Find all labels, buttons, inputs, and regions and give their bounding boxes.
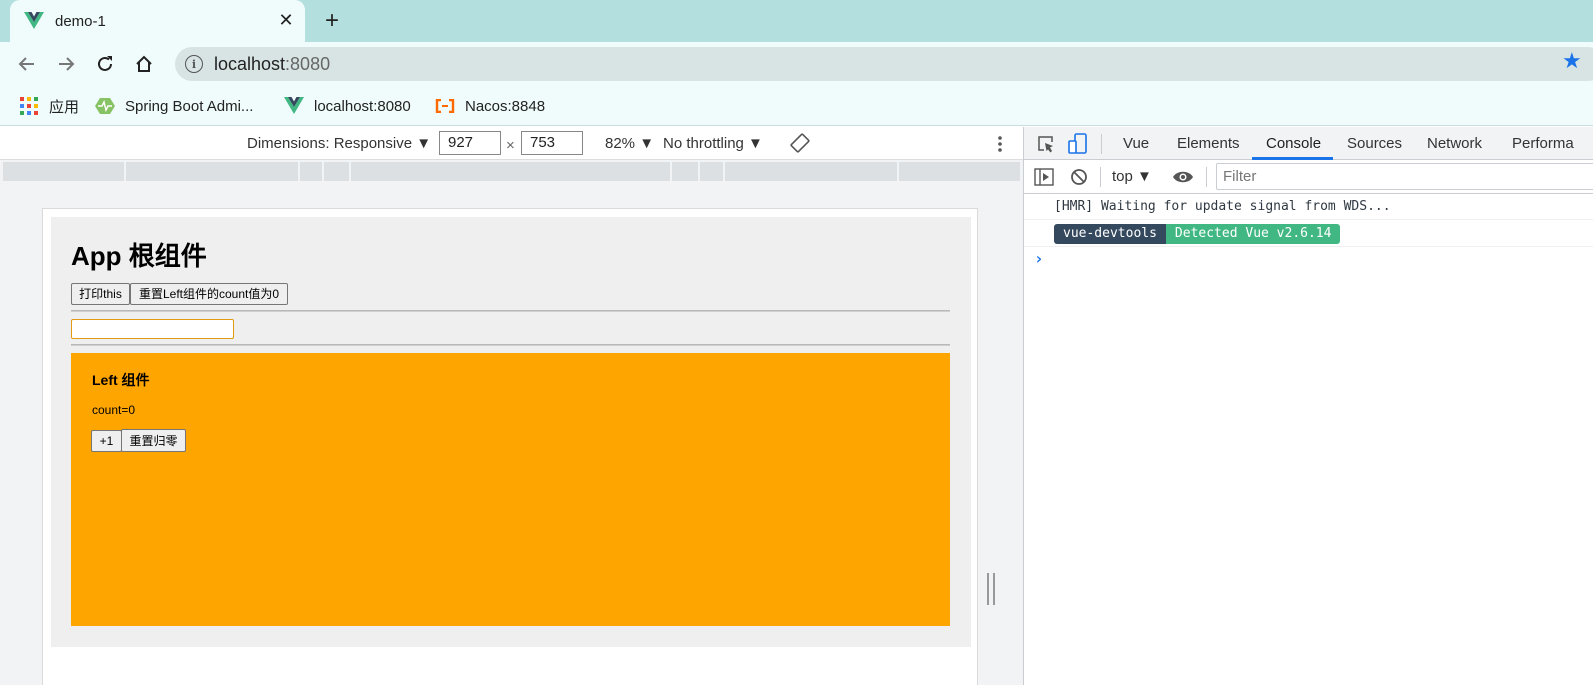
tab-elements[interactable]: Elements — [1177, 135, 1240, 152]
divider — [71, 310, 950, 312]
new-tab-plus-icon[interactable]: + — [318, 7, 346, 34]
left-component-title: Left 组件 — [92, 372, 150, 388]
vue-logo-icon — [24, 12, 44, 30]
viewport-resize-handle[interactable] — [987, 573, 995, 605]
tab-vue[interactable]: Vue — [1123, 135, 1149, 152]
back-arrow-icon[interactable] — [13, 50, 41, 78]
url-host: localhost — [214, 54, 286, 74]
browser-toolbar: i localhost:8080 — [0, 42, 1593, 86]
bookmark-star-icon[interactable]: ★ — [1562, 48, 1582, 74]
bookmarks-bar: 应用 Spring Boot Admi... localhost:8080 Na… — [0, 86, 1593, 126]
nacos-icon — [435, 97, 455, 115]
context-selector[interactable]: top ▼ — [1112, 168, 1152, 185]
reset-left-count-button[interactable]: 重置Left组件的count值为0 — [130, 283, 288, 305]
throttling-dropdown[interactable]: No throttling ▼ — [663, 135, 763, 152]
console-filter-input[interactable]: Filter — [1216, 163, 1593, 190]
media-query-segment[interactable] — [899, 162, 1020, 181]
zoom-dropdown[interactable]: 82% ▼ — [605, 135, 654, 152]
bookmark-label: Spring Boot Admi... — [125, 97, 254, 115]
more-options-icon[interactable] — [990, 133, 1010, 155]
separator — [1100, 167, 1101, 187]
info-icon[interactable]: i — [185, 55, 203, 73]
inspect-element-icon[interactable] — [1035, 133, 1057, 155]
tab-network[interactable]: Network — [1427, 135, 1482, 152]
live-expression-eye-icon[interactable] — [1171, 167, 1195, 187]
media-query-segment[interactable] — [324, 162, 349, 181]
device-toolbar: Dimensions: Responsive ▼ 927 × 753 82% ▼… — [0, 127, 1023, 160]
console-message: vue-devtools Detected Vue v2.6.14 — [1024, 220, 1593, 247]
count-display: count=0 — [92, 403, 136, 417]
tab-strip: demo-1 ✕ + — [0, 0, 1593, 42]
media-query-segment[interactable] — [700, 162, 723, 181]
tab-sources[interactable]: Sources — [1347, 135, 1402, 152]
print-this-button[interactable]: 打印this — [71, 283, 130, 305]
bookmark-spring-boot-admin[interactable]: Spring Boot Admi... — [95, 95, 253, 117]
address-bar[interactable]: i localhost:8080 — [175, 47, 1593, 81]
console-message: [HMR] Waiting for update signal from WDS… — [1024, 194, 1593, 220]
app-text-input[interactable] — [71, 319, 234, 339]
vue-logo-icon — [284, 97, 304, 115]
media-query-segment[interactable] — [351, 162, 670, 181]
media-query-segment[interactable] — [672, 162, 698, 181]
devtools-tab-bar: Vue Elements Console Sources Network Per… — [1024, 127, 1593, 160]
increment-button[interactable]: +1 — [91, 430, 122, 452]
media-query-segment[interactable] — [725, 162, 897, 181]
bookmark-nacos[interactable]: Nacos:8848 — [435, 95, 545, 117]
height-input[interactable]: 753 — [521, 131, 583, 155]
media-query-segment[interactable] — [300, 162, 322, 181]
vue-devtools-badge: vue-devtools — [1054, 224, 1166, 244]
width-input[interactable]: 927 — [439, 131, 501, 155]
separator — [1101, 134, 1102, 154]
dimension-separator: × — [506, 137, 515, 154]
media-query-segment[interactable] — [3, 162, 124, 181]
bookmark-label: Nacos:8848 — [465, 97, 546, 115]
apps-grid-icon — [19, 97, 39, 115]
home-icon[interactable] — [130, 50, 158, 78]
bookmark-apps[interactable]: 应用 — [19, 95, 79, 117]
hmr-message: [HMR] Waiting for update signal from WDS… — [1054, 199, 1391, 214]
media-query-segment[interactable] — [126, 162, 298, 181]
prompt-chevron-icon: › — [1034, 249, 1044, 268]
left-component — [71, 353, 950, 626]
tab-performance[interactable]: Performa — [1512, 135, 1574, 152]
bookmark-label: 应用 — [49, 98, 80, 116]
separator — [1206, 167, 1207, 187]
device-toggle-icon[interactable] — [1067, 132, 1089, 156]
forward-arrow-icon[interactable] — [52, 50, 80, 78]
divider — [71, 344, 950, 346]
bookmark-label: localhost:8080 — [314, 97, 411, 115]
vue-version-badge: Detected Vue v2.6.14 — [1165, 224, 1341, 244]
console-toolbar: top ▼ Filter — [1024, 160, 1593, 194]
spring-boot-admin-icon — [95, 97, 115, 115]
clear-console-icon[interactable] — [1069, 167, 1089, 187]
dimensions-dropdown[interactable]: Dimensions: Responsive ▼ — [247, 135, 431, 152]
media-query-bar[interactable] — [0, 160, 1023, 183]
sidebar-toggle-icon[interactable] — [1034, 167, 1054, 187]
console-prompt[interactable]: › — [1024, 247, 1593, 273]
tab-console[interactable]: Console — [1266, 135, 1321, 152]
app-title: App 根组件 — [71, 241, 207, 271]
reload-icon[interactable] — [91, 50, 119, 78]
url-text[interactable]: localhost:8080 — [214, 54, 330, 75]
browser-tab-active[interactable]: demo-1 ✕ — [10, 0, 305, 42]
bookmark-localhost[interactable]: localhost:8080 — [284, 95, 411, 117]
close-icon[interactable]: ✕ — [275, 9, 297, 31]
rotate-icon[interactable] — [789, 132, 811, 154]
reset-zero-button[interactable]: 重置归零 — [121, 429, 186, 452]
tab-title: demo-1 — [55, 13, 106, 30]
url-port: :8080 — [285, 54, 331, 74]
devtools-panel: Vue Elements Console Sources Network Per… — [1023, 127, 1593, 685]
